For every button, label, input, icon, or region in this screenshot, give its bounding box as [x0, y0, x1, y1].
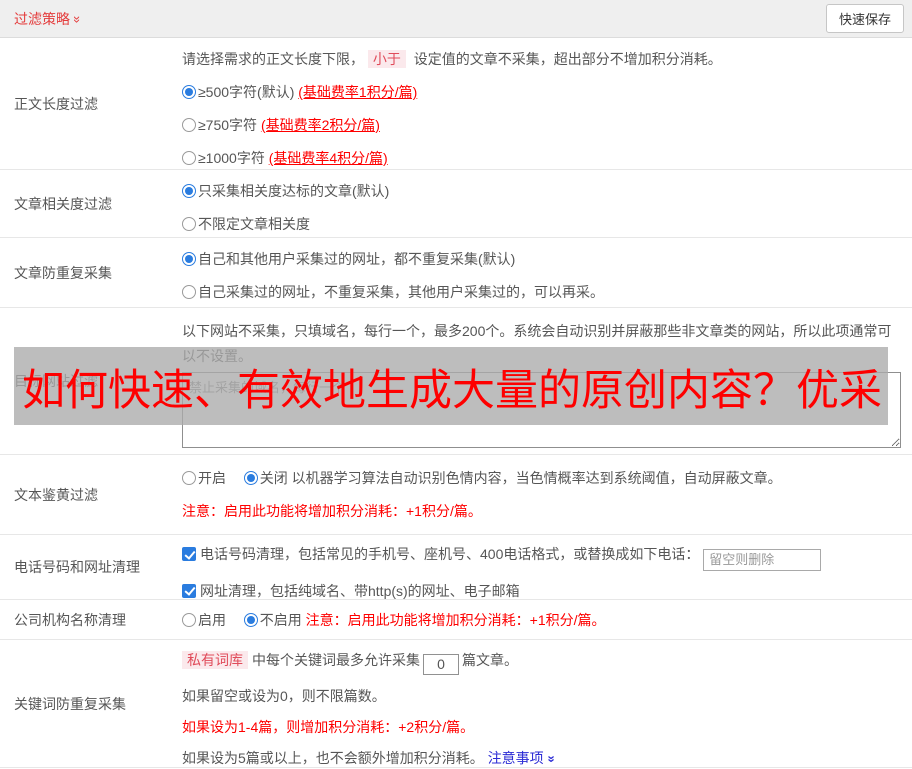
replacement-phone-input[interactable]	[703, 548, 822, 571]
keyword-note-unlimited: 如果留空或设为0，则不限篇数。	[182, 687, 386, 704]
header-bar: 过滤策略» 快速保存	[0, 0, 912, 38]
radio-icon[interactable]	[182, 471, 196, 485]
radio-option-relevance-off[interactable]: 不限定文章相关度	[182, 214, 902, 234]
row-label: 关键词防重复采集	[14, 695, 126, 712]
radio-option-porn-on[interactable]: 开启	[182, 470, 226, 486]
checkbox-checked-icon[interactable]	[182, 583, 196, 598]
quick-save-button[interactable]: 快速保存	[825, 4, 904, 33]
radio-icon[interactable]	[182, 85, 196, 99]
radio-icon[interactable]	[182, 151, 196, 165]
cost-note: (基础费率4积分/篇)	[268, 150, 388, 166]
checkbox-phone-cleanup[interactable]: 电话号码清理，包括常见的手机号、座机号、400电话格式，或替换成如下电话：	[182, 543, 902, 571]
row-label: 正文长度过滤	[14, 95, 98, 112]
row-label: 公司机构名称清理	[14, 611, 126, 628]
checkbox-checked-icon[interactable]	[182, 547, 196, 561]
row-porn-filter: 文本鉴黄过滤 开启 关闭 以机器学习算法自动识别色情内容，当色情概率达到系统阈值…	[0, 455, 912, 535]
keyword-note-5plus: 如果设为5篇或以上，也不会额外增加积分消耗。	[182, 749, 484, 766]
max-articles-input[interactable]	[423, 653, 459, 675]
radio-icon[interactable]	[182, 252, 196, 266]
row-label: 文本鉴黄过滤	[14, 486, 98, 503]
radio-icon[interactable]	[182, 613, 196, 627]
row-body-length-filter: 正文长度过滤 请选择需求的正文长度下限， 小于 设定值的文章不采集，超出部分不增…	[0, 38, 912, 170]
keyword-cost-note: 如果设为1-4篇，则增加积分消耗：+2积分/篇。	[182, 718, 475, 735]
radio-icon[interactable]	[182, 217, 196, 231]
body-length-intro: 请选择需求的正文长度下限， 小于 设定值的文章不采集，超出部分不增加积分消耗。	[182, 50, 722, 68]
less-than-badge: 小于	[367, 50, 406, 68]
radio-icon[interactable]	[182, 184, 196, 198]
chevron-down-icon: »	[70, 15, 86, 23]
row-phone-url-cleanup: 电话号码和网址清理 电话号码清理，包括常见的手机号、座机号、400电话格式，或替…	[0, 535, 912, 600]
cost-note: (基础费率1积分/篇)	[298, 84, 418, 100]
private-lexicon-badge: 私有词库	[182, 651, 248, 669]
radio-icon[interactable]	[243, 471, 258, 485]
radio-option-porn-off[interactable]: 关闭	[243, 470, 288, 486]
radio-icon[interactable]	[182, 285, 196, 299]
radio-option-company-off[interactable]: 不启用	[243, 612, 302, 628]
checkbox-url-cleanup[interactable]: 网址清理，包括纯域名、带http(s)的网址、电子邮箱	[182, 580, 902, 602]
row-label: 电话号码和网址清理	[14, 559, 140, 575]
cost-note: (基础费率2积分/篇)	[260, 117, 380, 133]
row-keyword-dedupe: 关键词防重复采集 私有词库中每个关键词最多允许采集篇文章。 如果留空或设为0，则…	[0, 640, 912, 768]
chevron-down-icon: »	[544, 754, 560, 763]
company-cost-note: 注意：启用此功能将增加积分消耗：+1积分/篇。	[305, 612, 606, 628]
row-company-name-cleanup: 公司机构名称清理 启用 不启用 注意：启用此功能将增加积分消耗：+1积分/篇。	[0, 600, 912, 640]
porn-filter-desc: 以机器学习算法自动识别色情内容，当色情概率达到系统阈值，自动屏蔽文章。	[291, 470, 782, 486]
watermark-text: 如何快速、有效地生成大量的原创内容？优采	[22, 367, 882, 415]
radio-option-company-on[interactable]: 启用	[182, 612, 226, 628]
porn-filter-cost-note: 注意：启用此功能将增加积分消耗：+1积分/篇。	[182, 503, 482, 519]
radio-option-relevance-on[interactable]: 只采集相关度达标的文章(默认)	[182, 181, 902, 201]
radio-option-1000[interactable]: ≥1000字符 (基础费率4积分/篇)	[182, 148, 902, 168]
radio-option-750[interactable]: ≥750字符 (基础费率2积分/篇)	[182, 115, 902, 135]
notes-link[interactable]: 注意事项»	[488, 750, 560, 766]
radio-icon[interactable]	[182, 118, 196, 132]
radio-icon[interactable]	[243, 613, 258, 627]
row-dedupe-collection: 文章防重复采集 自己和其他用户采集过的网址，都不重复采集(默认) 自己采集过的网…	[0, 238, 912, 308]
radio-option-500[interactable]: ≥500字符(默认) (基础费率1积分/篇)	[182, 82, 902, 102]
page-title[interactable]: 过滤策略»	[14, 9, 85, 29]
row-relevance-filter: 文章相关度过滤 只采集相关度达标的文章(默认) 不限定文章相关度	[0, 170, 912, 238]
radio-option-dedupe-all[interactable]: 自己和其他用户采集过的网址，都不重复采集(默认)	[182, 249, 902, 269]
row-label: 文章防重复采集	[14, 264, 112, 281]
radio-option-dedupe-own[interactable]: 自己采集过的网址，不重复采集，其他用户采集过的，可以再采。	[182, 282, 902, 302]
row-label: 文章相关度过滤	[14, 195, 112, 212]
